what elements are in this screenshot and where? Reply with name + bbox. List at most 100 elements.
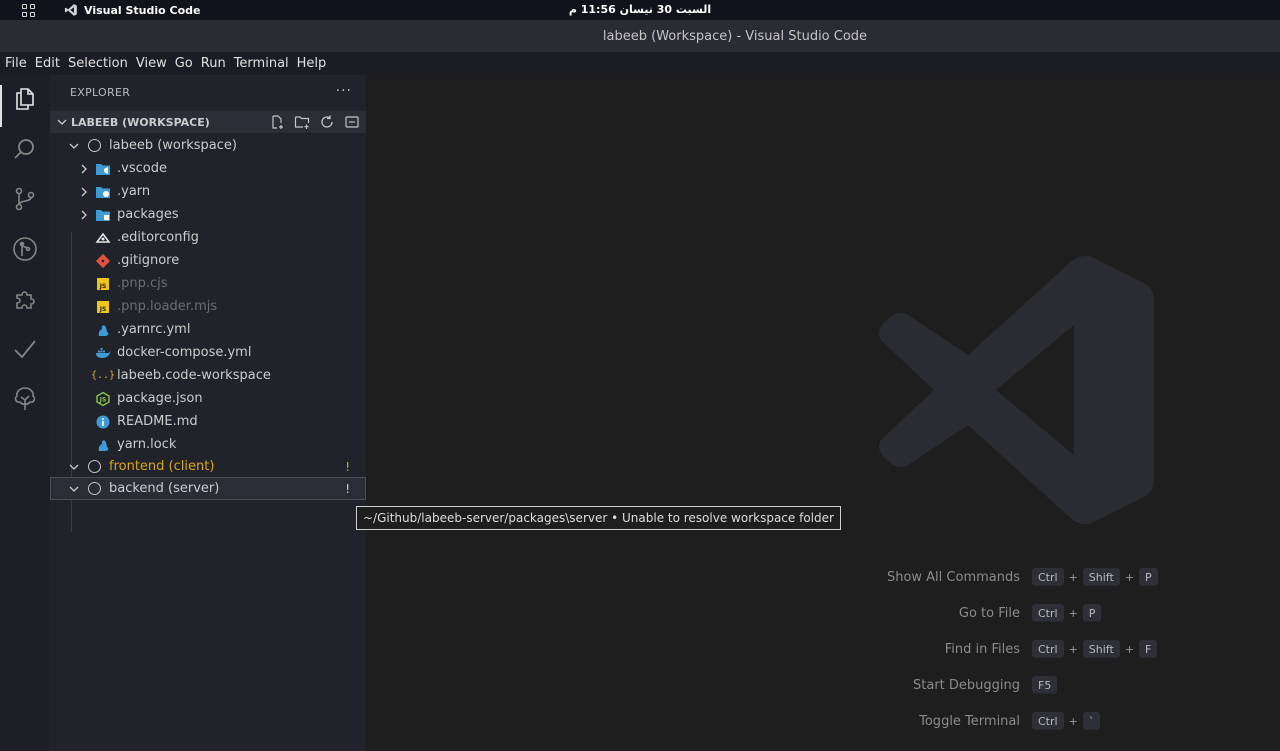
tree-root-labeeb[interactable]: labeeb (workspace)	[50, 134, 366, 157]
clock[interactable]: السبت 30 نيسان 11:56 م	[0, 3, 1280, 16]
key-cap: F5	[1032, 676, 1058, 694]
svg-text:JS: JS	[99, 306, 107, 313]
shortcut-label: Find in Files	[944, 641, 1020, 657]
js-icon: JS	[95, 299, 111, 315]
tree-item-label: .yarnrc.yml	[117, 322, 191, 337]
editor-empty-area[interactable]: Show All Commands Ctrl + Shift + P Go to F…	[366, 75, 1280, 751]
window-title-bar: labeeb (Workspace) - Visual Studio Code	[0, 20, 1280, 52]
tree-item-label: frontend (client)	[109, 459, 215, 474]
menu-edit[interactable]: Edit	[35, 56, 60, 71]
warning-badge: !	[345, 481, 350, 496]
key-cap: F	[1139, 640, 1158, 658]
menu-run[interactable]: Run	[201, 56, 226, 71]
key-cap: Ctrl	[1032, 568, 1064, 586]
new-file-icon[interactable]	[269, 114, 285, 130]
tree-item-label: .gitignore	[117, 253, 180, 268]
docker-icon	[95, 345, 111, 361]
collapse-all-icon[interactable]	[344, 114, 360, 130]
key-cap: Shift	[1082, 568, 1120, 586]
svg-text:JS: JS	[99, 396, 107, 403]
shortcut-toggle-terminal: Toggle Terminal Ctrl + `	[366, 711, 1280, 731]
shortcut-show-all-commands: Show All Commands Ctrl + Shift + P	[366, 567, 1280, 587]
menu-bar: File Edit Selection View Go Run Terminal…	[0, 52, 1280, 75]
source-control-icon[interactable]	[12, 186, 38, 212]
tree-item-label: labeeb (workspace)	[109, 138, 237, 153]
testing-icon[interactable]	[12, 336, 38, 362]
tree-item-packages[interactable]: packages	[50, 203, 366, 226]
new-folder-icon[interactable]	[294, 114, 310, 130]
tree-item-gitignore[interactable]: .gitignore	[50, 249, 366, 272]
chevron-right-icon	[81, 164, 87, 173]
tree-item-label: .pnp.loader.mjs	[117, 299, 218, 314]
menu-selection[interactable]: Selection	[68, 56, 128, 71]
warning-badge: !	[345, 459, 350, 474]
os-top-bar: Visual Studio Code السبت 30 نيسان 11:56 …	[0, 0, 1280, 20]
tree-item-code-workspace[interactable]: {..} labeeb.code-workspace	[50, 364, 366, 387]
git-graph-icon[interactable]	[12, 236, 38, 262]
chevron-right-icon	[81, 187, 87, 196]
tree-item-label: docker-compose.yml	[117, 345, 252, 360]
hover-tooltip: ~/Github/labeeb-server/packages\server •…	[356, 506, 841, 530]
window-title: labeeb (Workspace) - Visual Studio Code	[602, 29, 868, 44]
tree-item-yarn-lock[interactable]: yarn.lock	[50, 433, 366, 456]
tree-item-editorconfig[interactable]: .editorconfig	[50, 226, 366, 249]
shortcut-label: Start Debugging	[913, 677, 1020, 693]
shortcut-find-in-files: Find in Files Ctrl + Shift + F	[366, 639, 1280, 659]
refresh-icon[interactable]	[319, 114, 335, 130]
key-cap: `	[1082, 712, 1101, 730]
yarn-icon	[95, 322, 111, 338]
active-indicator	[0, 85, 2, 127]
key-cap: Ctrl	[1032, 640, 1064, 658]
tree-item-label: .editorconfig	[117, 230, 199, 245]
tree-root-frontend[interactable]: frontend (client) !	[50, 455, 366, 478]
menu-view[interactable]: View	[136, 56, 167, 71]
js-icon: JS	[95, 276, 111, 292]
tree-item-label: packages	[117, 207, 179, 222]
tree-item-vscode[interactable]: .vscode	[50, 157, 366, 180]
tree-item-label: .yarn	[117, 184, 151, 199]
yarn-folder-icon	[95, 184, 111, 200]
root-folder-icon	[88, 482, 101, 495]
tree-item-readme[interactable]: README.md	[50, 410, 366, 433]
extensions-icon[interactable]	[12, 286, 38, 312]
svg-text:JS: JS	[99, 283, 107, 290]
tree-item-label: yarn.lock	[117, 437, 177, 452]
root-folder-icon	[88, 139, 101, 152]
more-actions-icon[interactable]: ···	[336, 83, 352, 99]
git-icon	[95, 253, 111, 269]
key-cap: P	[1139, 568, 1158, 586]
shortcut-start-debugging: Start Debugging F5	[366, 675, 1280, 695]
explorer-title: EXPLORER	[70, 86, 131, 99]
key-cap: P	[1082, 604, 1102, 622]
tree-item-yarnrc[interactable]: .yarnrc.yml	[50, 318, 366, 341]
tree-item-docker-compose[interactable]: docker-compose.yml	[50, 341, 366, 364]
shortcut-label: Toggle Terminal	[919, 713, 1020, 729]
tree-icon[interactable]	[12, 386, 38, 412]
nodejs-icon: JS	[95, 391, 111, 407]
info-icon	[95, 414, 111, 430]
activity-bar	[0, 75, 50, 751]
menu-go[interactable]: Go	[175, 56, 193, 71]
tree-item-label: backend (server)	[109, 481, 220, 496]
menu-file[interactable]: File	[5, 56, 27, 71]
chevron-down-icon	[69, 143, 79, 149]
search-icon[interactable]	[12, 136, 38, 162]
menu-terminal[interactable]: Terminal	[234, 56, 289, 71]
workspace-section-header[interactable]: LABEEB (WORKSPACE)	[50, 111, 366, 133]
tree-item-package-json[interactable]: JS package.json	[50, 387, 366, 410]
tree-item-yarn-folder[interactable]: .yarn	[50, 180, 366, 203]
chevron-down-icon	[69, 486, 79, 492]
tree-item-label: labeeb.code-workspace	[117, 368, 271, 383]
tree-root-backend[interactable]: backend (server) !	[50, 477, 366, 500]
tree-item-pnp-cjs[interactable]: JS .pnp.cjs	[50, 272, 366, 295]
key-cap: Shift	[1082, 640, 1120, 658]
tree-item-label: .pnp.cjs	[117, 276, 168, 291]
explorer-sidebar: EXPLORER ··· LABEEB (WORKSPACE) labeeb (…	[50, 75, 366, 751]
tree-item-pnp-loader[interactable]: JS .pnp.loader.mjs	[50, 295, 366, 318]
shortcut-label: Go to File	[958, 605, 1020, 621]
root-folder-icon	[88, 460, 101, 473]
menu-help[interactable]: Help	[297, 56, 327, 71]
editorconfig-icon	[95, 230, 111, 246]
files-icon[interactable]	[12, 85, 38, 111]
vscode-watermark-logo	[879, 256, 1154, 524]
